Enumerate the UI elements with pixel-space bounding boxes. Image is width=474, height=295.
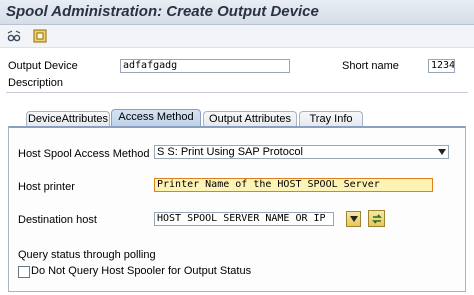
- host-printer-field[interactable]: Printer Name of the HOST SPOOL Server: [154, 178, 433, 192]
- tab-device-attributes[interactable]: DeviceAttributes: [26, 111, 110, 127]
- short-name-label: Short name: [342, 60, 399, 72]
- chevron-down-icon: [349, 216, 358, 222]
- title-bar: Spool Administration: Create Output Devi…: [0, 0, 474, 25]
- page-title: Spool Administration: Create Output Devi…: [6, 3, 319, 20]
- destination-host-field[interactable]: HOST SPOOL SERVER NAME OR IP: [154, 212, 334, 226]
- output-device-field[interactable]: adfafgadg: [120, 59, 290, 73]
- application-toolbar: [0, 25, 474, 48]
- chevron-down-icon: [438, 149, 446, 155]
- output-device-label: Output Device: [8, 60, 78, 72]
- no-query-checkbox-label: Do Not Query Host Spooler for Output Sta…: [31, 265, 252, 277]
- host-spool-access-method-value: S S: Print Using SAP Protocol: [157, 146, 303, 158]
- host-printer-label: Host printer: [18, 181, 75, 193]
- no-query-checkbox[interactable]: [18, 266, 30, 278]
- glasses-toggle-icon: [7, 30, 21, 42]
- host-spool-dropdown-button[interactable]: [435, 145, 449, 159]
- description-label: Description: [8, 77, 64, 89]
- swap-arrows-icon: [371, 213, 382, 224]
- short-name-field[interactable]: 1234: [428, 59, 455, 73]
- host-spool-access-method-label: Host Spool Access Method: [18, 148, 150, 160]
- host-spool-access-method-select[interactable]: S S: Print Using SAP Protocol: [154, 145, 449, 159]
- query-status-label: Query status through polling: [18, 249, 156, 261]
- destination-host-label: Destination host: [18, 214, 97, 226]
- header-divider: [6, 92, 468, 93]
- display-change-button[interactable]: [6, 28, 22, 44]
- tab-output-attributes[interactable]: Output Attributes: [203, 111, 297, 127]
- tab-tray-info[interactable]: Tray Info: [299, 111, 363, 127]
- settings-button[interactable]: [32, 28, 48, 44]
- tab-access-method[interactable]: Access Method: [111, 109, 201, 127]
- refresh-hosts-button[interactable]: [368, 210, 385, 227]
- settings-icon: [33, 29, 47, 43]
- destination-host-dropdown-button[interactable]: [346, 211, 361, 227]
